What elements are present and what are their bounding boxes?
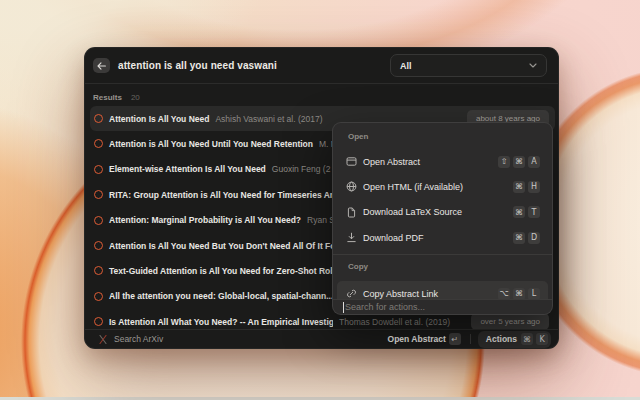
action-menu-list: Open Open Abstract ⇧ ⌘ A <box>333 123 552 299</box>
result-title: RITA: Group Attention is All You Need fo… <box>109 190 340 200</box>
h-keycap: H <box>528 181 540 193</box>
results-count: 20 <box>131 93 140 102</box>
chevron-down-icon <box>529 63 537 68</box>
cmd-keycap: ⌘ <box>513 288 525 300</box>
footer-actions: Open Abstract ↵ Actions ⌘ K <box>388 331 551 348</box>
action-label: Download LaTeX Source <box>363 207 462 217</box>
desktop: attention is all you need vaswani All Re… <box>0 0 640 400</box>
primary-action-label[interactable]: Open Abstract <box>388 334 446 344</box>
arxiv-result-icon <box>94 139 103 148</box>
arrow-left-icon <box>97 62 106 70</box>
arxiv-result-icon <box>94 114 103 123</box>
action-item-open-html[interactable]: Open HTML (if Available) ⌘ H <box>337 174 548 199</box>
filter-dropdown-value: All <box>400 61 412 71</box>
action-search-field[interactable]: Search for actions... <box>333 299 552 314</box>
enter-keycap: ↵ <box>449 333 461 345</box>
window-footer: Search ArXiv Open Abstract ↵ Actions ⌘ K <box>85 329 558 348</box>
action-item-copy-abstract-link[interactable]: Copy Abstract Link ⌥ ⌘ L <box>337 281 548 299</box>
footer-separator <box>470 334 471 344</box>
menu-divider <box>333 254 552 255</box>
result-title: Is Attention All What You Need? -- An Em… <box>109 317 333 327</box>
link-icon <box>346 288 357 299</box>
result-authors: Ashish Vaswani et al. (2017) <box>215 114 322 124</box>
globe-icon <box>346 181 357 192</box>
action-menu: Open Open Abstract ⇧ ⌘ A <box>332 122 553 315</box>
action-item-download-pdf[interactable]: Download PDF ⌘ D <box>337 225 548 250</box>
arxiv-logo-icon <box>99 335 107 344</box>
action-label: Copy Abstract Link <box>363 289 438 299</box>
result-title: Text-Guided Attention is All You Need fo… <box>109 266 336 276</box>
results-section-label: Results <box>93 93 122 102</box>
document-icon <box>346 207 357 218</box>
shift-keycap: ⇧ <box>498 156 510 168</box>
action-label: Download PDF <box>363 233 424 243</box>
result-title: All the attention you need: Global-local… <box>109 291 333 301</box>
k-keycap: K <box>536 333 548 345</box>
d-keycap: D <box>528 232 540 244</box>
arxiv-result-icon <box>94 216 103 225</box>
cmd-keycap: ⌘ <box>521 333 533 345</box>
action-item-open-abstract[interactable]: Open Abstract ⇧ ⌘ A <box>337 149 548 174</box>
cmd-keycap: ⌘ <box>513 156 525 168</box>
back-button[interactable] <box>93 58 110 73</box>
cmd-keycap: ⌘ <box>513 232 525 244</box>
footer-app-label: Search ArXiv <box>114 334 163 344</box>
search-input[interactable]: attention is all you need vaswani <box>118 60 277 71</box>
l-keycap: L <box>528 288 540 300</box>
action-section-open: Open <box>348 132 368 141</box>
arxiv-result-icon <box>94 165 103 174</box>
result-title: Element-wise Attention Is All You Need <box>109 164 266 174</box>
arxiv-result-icon <box>94 317 103 326</box>
action-search-placeholder: Search for actions... <box>345 302 425 312</box>
search-topbar: attention is all you need vaswani All <box>85 48 558 84</box>
text-caret <box>343 302 344 313</box>
result-title: Attention Is All You Need But You Don't … <box>109 241 335 251</box>
result-title: Attention: Marginal Probability is All Y… <box>109 215 301 225</box>
result-title: Attention is All You Need Until You Need… <box>109 139 313 149</box>
a-keycap: A <box>528 156 540 168</box>
result-authors: Guoxin Feng (2 <box>272 164 331 174</box>
action-item-download-latex[interactable]: Download LaTeX Source ⌘ T <box>337 200 548 225</box>
browser-window-icon <box>346 156 357 167</box>
cmd-keycap: ⌘ <box>513 206 525 218</box>
download-icon <box>346 232 357 243</box>
t-keycap: T <box>528 206 540 218</box>
results-header: Results 20 <box>93 93 140 102</box>
option-keycap: ⌥ <box>498 288 510 300</box>
result-age-badge: over 5 years ago <box>471 313 549 330</box>
result-authors: Thomas Dowdell et al. (2019) <box>339 317 450 327</box>
actions-label: Actions <box>486 334 517 344</box>
arxiv-result-icon <box>94 190 103 199</box>
filter-dropdown[interactable]: All <box>390 54 547 77</box>
cmd-keycap: ⌘ <box>513 181 525 193</box>
action-section-copy: Copy <box>348 262 368 271</box>
actions-button[interactable]: Actions ⌘ K <box>478 331 551 348</box>
action-label: Open Abstract <box>363 157 420 167</box>
arxiv-result-icon <box>94 241 103 250</box>
arxiv-result-icon <box>94 292 103 301</box>
arxiv-result-icon <box>94 266 103 275</box>
action-label: Open HTML (if Available) <box>363 182 463 192</box>
result-title: Attention Is All You Need <box>109 114 209 124</box>
